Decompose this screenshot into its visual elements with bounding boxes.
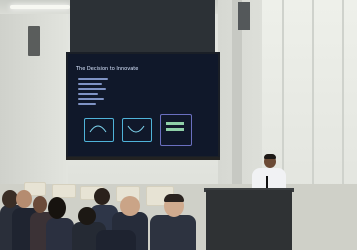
slide-title: The Decision to Innovate — [76, 66, 139, 72]
audience-head — [33, 196, 47, 213]
audience-hair — [164, 194, 184, 202]
window-mullion — [342, 0, 344, 190]
audience-head — [120, 196, 140, 216]
projection-screen: The Decision to Innovate — [66, 52, 220, 158]
audience-head — [48, 197, 66, 219]
diagram-curve — [89, 122, 184, 133]
slide-bullet-line — [78, 88, 106, 90]
window-mullion — [312, 0, 314, 190]
audience-member — [96, 230, 136, 250]
slide-bullet-line — [78, 83, 102, 85]
wall-speaker-right — [238, 2, 250, 30]
slide-bullet-line — [78, 93, 98, 95]
slide-diagram — [84, 114, 196, 146]
window-panel — [262, 0, 357, 190]
audience-head — [94, 188, 110, 205]
ceiling-light — [10, 5, 70, 9]
slide-bullet-line — [78, 103, 96, 105]
audience-head — [16, 190, 32, 208]
audience-member — [150, 215, 196, 250]
presenter-hair — [264, 154, 276, 159]
podium — [206, 190, 292, 250]
projector-housing — [70, 0, 215, 52]
slide-bullet-line — [78, 78, 108, 80]
slide-bullet-line — [78, 98, 104, 100]
wall-speaker — [28, 26, 40, 56]
audience-head — [78, 207, 96, 225]
screen-bottom-bar — [66, 157, 220, 160]
conference-room-photo: The Decision to Innovate — [0, 0, 357, 250]
chair — [52, 184, 76, 198]
window-mullion — [282, 0, 284, 190]
audience-member — [46, 218, 74, 250]
